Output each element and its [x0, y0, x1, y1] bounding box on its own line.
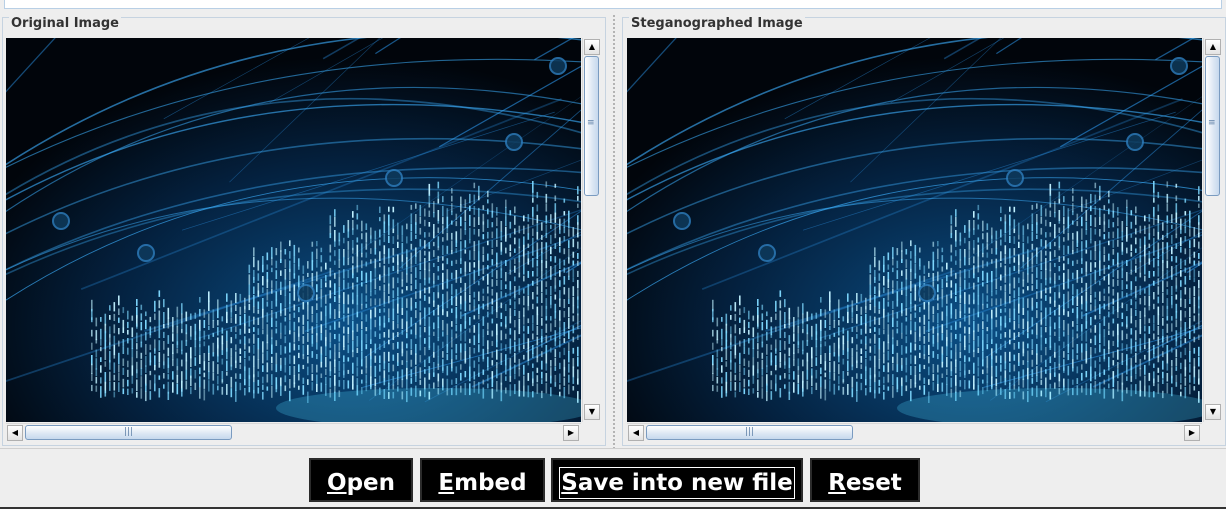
scroll-down-button[interactable]: ▼: [1205, 404, 1221, 420]
stego-image-view[interactable]: [627, 38, 1202, 422]
original-image-title: Original Image: [9, 16, 121, 31]
stego-image-title: Steganographed Image: [629, 16, 805, 31]
scroll-up-button[interactable]: ▲: [1205, 39, 1221, 55]
scroll-up-button[interactable]: ▲: [584, 39, 600, 55]
original-horizontal-scrollbar[interactable]: ◀ ||| ▶: [6, 423, 581, 441]
open-button[interactable]: Open: [309, 458, 413, 502]
stego-vertical-scrollbar[interactable]: ▲ ≡ ▼: [1203, 38, 1221, 422]
reset-button[interactable]: Reset: [810, 458, 920, 502]
original-vertical-scrollbar[interactable]: ▲ ≡ ▼: [582, 38, 600, 422]
split-pane-divider[interactable]: [610, 14, 618, 449]
scroll-down-button[interactable]: ▼: [584, 404, 600, 420]
stego-horizontal-scrollbar[interactable]: ◀ ||| ▶: [627, 423, 1202, 441]
scroll-left-button[interactable]: ◀: [7, 425, 23, 441]
horizontal-scroll-thumb[interactable]: |||: [646, 425, 853, 440]
scroll-left-button[interactable]: ◀: [628, 425, 644, 441]
original-image-art: [6, 38, 581, 422]
vertical-scroll-thumb[interactable]: ≡: [584, 56, 599, 196]
original-image-view[interactable]: [6, 38, 581, 422]
horizontal-scroll-thumb[interactable]: |||: [25, 425, 232, 440]
vertical-scroll-thumb[interactable]: ≡: [1205, 56, 1220, 196]
button-bar: Open Embed Save into new file Reset: [0, 448, 1226, 509]
top-field-edge: [4, 0, 1222, 9]
embed-button[interactable]: Embed: [420, 458, 545, 502]
stego-image-art: [627, 38, 1202, 422]
scroll-right-button[interactable]: ▶: [563, 425, 579, 441]
top-input-strip: [0, 0, 1226, 12]
scroll-right-button[interactable]: ▶: [1184, 425, 1200, 441]
save-into-new-file-button[interactable]: Save into new file: [551, 458, 803, 502]
